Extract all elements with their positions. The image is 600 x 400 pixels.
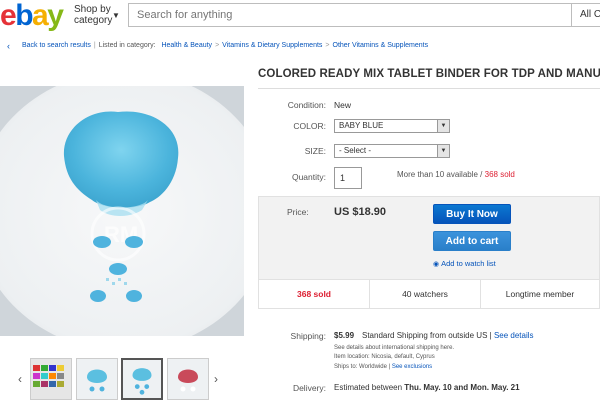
thumb-next-arrow-icon[interactable]: › (214, 372, 218, 386)
color-label: COLOR: (293, 121, 326, 131)
item-location: Item location: Nicosia, default, Cyprus (334, 354, 435, 360)
back-chevron-icon[interactable]: ‹ (7, 38, 10, 54)
logo-letter-a: a (32, 0, 49, 32)
all-categories-select[interactable]: All Ca (572, 3, 600, 27)
thumbnail-strip: ‹ › (0, 356, 244, 400)
thumb-prev-arrow-icon[interactable]: ‹ (18, 372, 22, 386)
search-input[interactable] (129, 4, 571, 26)
condition-label: Condition: (287, 100, 326, 110)
shipping-price: $5.99 (334, 331, 355, 340)
sold-count-link[interactable]: 368 sold (485, 170, 515, 179)
shipping-label: Shipping: (290, 331, 326, 341)
stat-watchers: 40 watchers (402, 289, 448, 299)
title-divider (258, 88, 600, 89)
quantity-input[interactable]: 1 (334, 167, 362, 189)
color-selected-value: BABY BLUE (339, 121, 384, 130)
breadcrumb-health-beauty[interactable]: Health & Beauty (161, 42, 212, 49)
ships-to: Ships to: Worldwide | See exclusions (334, 364, 432, 370)
chevron-down-icon: ▼ (112, 11, 120, 20)
add-to-watch-list-link[interactable]: ◉ Add to watch list (433, 259, 496, 268)
price-box: Price: US $18.90 Buy It Now Add to cart … (258, 196, 600, 309)
ebay-listing-page: ebay Shop by category ▼ All Ca ‹ Back to… (0, 0, 600, 400)
thumbnail-1[interactable] (30, 358, 72, 400)
main-product-image[interactable]: RM (0, 86, 244, 336)
breadcrumb-separator: > (325, 42, 330, 49)
add-to-cart-button[interactable]: Add to cart (433, 231, 511, 251)
price-value: US $18.90 (334, 206, 386, 218)
stat-seller-status: Longtime member (505, 289, 575, 299)
back-to-search-link[interactable]: Back to search results (22, 42, 91, 49)
watch-list-label: Add to watch list (441, 259, 496, 268)
thumbnail-4[interactable] (167, 358, 209, 400)
breadcrumb-divider: | (93, 42, 96, 49)
delivery-label: Delivery: (292, 383, 326, 393)
shipping-details-link[interactable]: See details (494, 331, 534, 340)
thumbnail-2[interactable] (76, 358, 118, 400)
price-label: Price: (287, 207, 309, 217)
stat-sold[interactable]: 368 sold (259, 280, 369, 308)
quantity-label: Quantity: (291, 172, 326, 182)
ebay-logo[interactable]: ebay (0, 0, 64, 32)
breadcrumb: ‹ Back to search results | Listed in categ… (0, 38, 600, 54)
listing-stats: 368 sold 40 watchers Longtime member (258, 279, 600, 309)
condition-value: New (334, 100, 352, 110)
exclusions-link[interactable]: See exclusions (392, 364, 432, 370)
shipping-method: Standard Shipping from outside US | (362, 331, 492, 340)
color-select[interactable]: BABY BLUE ▼ (334, 119, 450, 133)
eye-icon: ◉ (433, 261, 440, 268)
shop-by-label: Shop by (74, 4, 111, 15)
size-selected-value: - Select - (339, 146, 372, 155)
availability-text: More than 10 available / 368 sold (397, 170, 515, 179)
logo-letter-b: b (15, 0, 33, 32)
category-label: category (74, 15, 113, 26)
product-photo: RM (0, 86, 244, 336)
item-title: COLORED READY MIX TABLET BINDER FOR TDP … (258, 68, 600, 80)
thumbnail-3-selected[interactable] (121, 358, 163, 400)
size-select[interactable]: - Select - ▼ (334, 144, 450, 158)
header: ebay Shop by category ▼ All Ca (0, 0, 600, 34)
delivery-estimate: Estimated between Thu. May. 10 and Mon. … (334, 383, 520, 392)
logo-letter-e: e (0, 0, 17, 32)
select-arrow-icon: ▼ (437, 120, 449, 132)
delivery-dates: Thu. May. 10 and Mon. May. 21 (404, 383, 520, 392)
shipping-description: Standard Shipping from outside US | See … (362, 331, 534, 340)
breadcrumb-other-vitamins[interactable]: Other Vitamins & Supplements (333, 42, 429, 49)
delivery-prefix: Estimated between (334, 383, 403, 392)
search-box[interactable] (128, 3, 572, 27)
ships-to-label: Ships to: (334, 364, 358, 370)
listed-in-label: Listed in category: (98, 42, 156, 49)
breadcrumb-separator: > (215, 42, 220, 49)
availability-label: More than 10 available / (397, 170, 483, 179)
intl-shipping-details[interactable]: See details about international shipping… (334, 345, 454, 351)
select-arrow-icon: ▼ (437, 145, 449, 157)
size-label: SIZE: (304, 146, 326, 156)
buy-it-now-button[interactable]: Buy It Now (433, 204, 511, 224)
ships-to-value: Worldwide | (359, 364, 391, 370)
logo-letter-y: y (47, 0, 64, 32)
shop-by-category-button[interactable]: Shop by category ▼ (74, 4, 120, 26)
breadcrumb-vitamins[interactable]: Vitamins & Dietary Supplements (222, 42, 322, 49)
